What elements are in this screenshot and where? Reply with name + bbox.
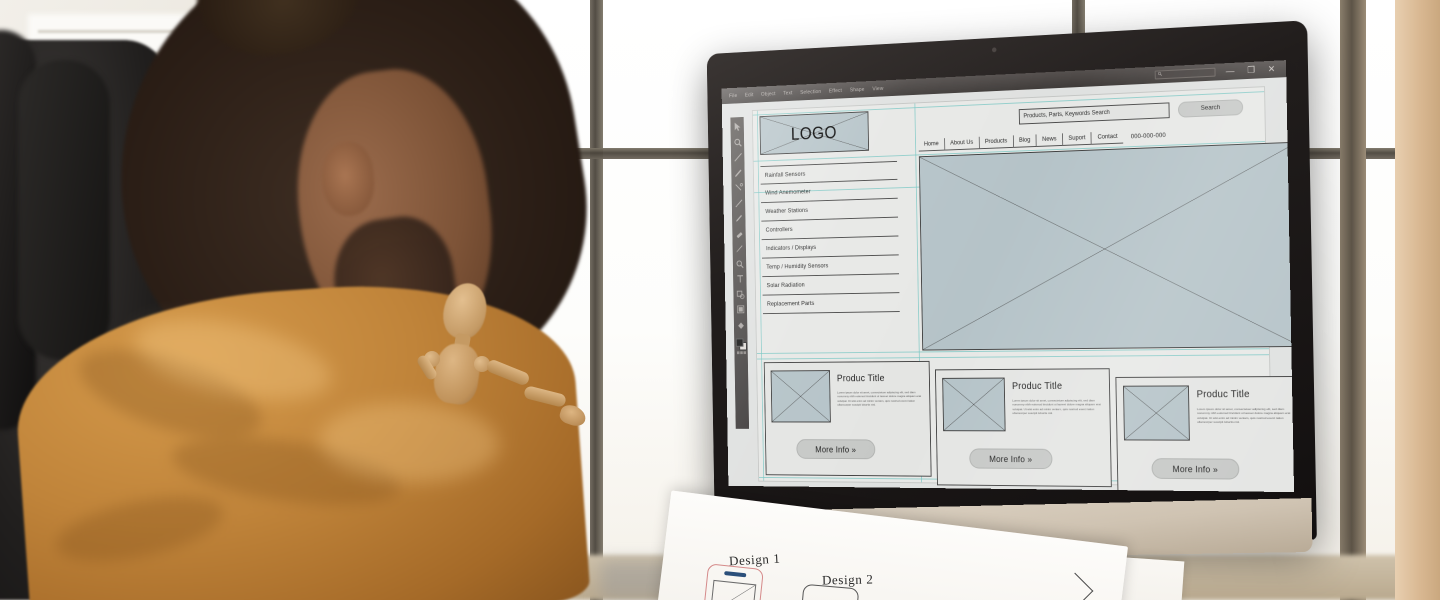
app-search-input[interactable] xyxy=(1154,67,1216,80)
product-card-row: Produc Title Lorem ipsum dolor sit amet,… xyxy=(763,358,1295,493)
photo-scene: File Edit Object Text Selection Effect S… xyxy=(0,0,1440,600)
more-info-button[interactable]: More Info » xyxy=(969,448,1053,470)
type-tool-icon[interactable] xyxy=(735,274,744,284)
product-card[interactable]: Produc Title Lorem ipsum dolor sit amet,… xyxy=(1115,375,1295,493)
shape-tool-icon[interactable] xyxy=(735,289,744,299)
phone-image-placeholder-icon xyxy=(709,579,757,600)
product-description: Lorem ipsum dolor sit amet, consectetuer… xyxy=(837,390,922,407)
window-mullion-vertical xyxy=(590,0,603,600)
selection-tool-icon[interactable] xyxy=(733,122,742,133)
scissors-tool-icon[interactable] xyxy=(734,182,743,192)
gradient-tool-icon[interactable] xyxy=(736,304,745,314)
site-search-button[interactable]: Search xyxy=(1177,98,1244,118)
product-card[interactable]: Produc Title Lorem ipsum dolor sit amet,… xyxy=(763,360,932,477)
foreground-color-swatch[interactable] xyxy=(735,338,744,347)
restore-button[interactable]: ❐ xyxy=(1245,65,1257,76)
nav-item-products[interactable]: Products xyxy=(979,134,1014,149)
product-title: Produc Title xyxy=(836,373,885,385)
site-search-input[interactable]: Products, Parts, Keywords Search xyxy=(1018,101,1170,125)
nav-item-news[interactable]: News xyxy=(1036,132,1064,147)
minimize-button[interactable]: — xyxy=(1224,66,1237,77)
desktop-monitor: File Edit Object Text Selection Effect S… xyxy=(640,20,1317,562)
line-tool-icon[interactable] xyxy=(733,152,742,162)
nav-item-about-us[interactable]: About Us xyxy=(944,136,980,151)
product-thumbnail-placeholder xyxy=(1122,385,1190,441)
window-frame-right xyxy=(1340,0,1366,600)
pencil-tool-icon[interactable] xyxy=(733,167,742,177)
product-description: Lorem ipsum dolor sit amet, consectetuer… xyxy=(1012,398,1101,416)
magnify-tool-icon[interactable] xyxy=(735,259,744,269)
logo-placeholder[interactable]: LOGO xyxy=(759,111,870,156)
color-swatches[interactable] xyxy=(735,338,747,355)
design-canvas[interactable]: LOGO Products, Parts, Keywords Search Se… xyxy=(721,77,1295,493)
nav-item-blog[interactable]: Blog xyxy=(1013,133,1037,148)
wall-right xyxy=(1395,0,1440,600)
category-item-replacement-parts[interactable]: Replacement Parts xyxy=(762,293,900,315)
close-button[interactable]: ✕ xyxy=(1266,64,1278,75)
menu-item-file[interactable]: File xyxy=(729,93,737,99)
menu-item-edit[interactable]: Edit xyxy=(745,92,754,98)
pen-tool-icon[interactable] xyxy=(735,243,744,253)
swatch-presets[interactable] xyxy=(736,351,746,355)
product-title: Produc Title xyxy=(1011,381,1063,392)
product-thumbnail-placeholder xyxy=(942,377,1006,432)
search-icon xyxy=(1157,71,1162,78)
tool-palette xyxy=(730,116,750,429)
search-row: Products, Parts, Keywords Search Search xyxy=(1018,98,1253,125)
menu-item-text[interactable]: Text xyxy=(783,90,792,96)
zoom-tool-icon[interactable] xyxy=(733,137,742,148)
menu-item-shape[interactable]: Shape xyxy=(850,87,865,93)
category-item-solar-radiation[interactable]: Solar Radiation xyxy=(762,274,900,296)
menu-item-effect[interactable]: Effect xyxy=(829,88,842,94)
menu-item-selection[interactable]: Selection xyxy=(800,89,821,96)
slash-tool-icon[interactable] xyxy=(734,198,743,208)
office-chair-backrest xyxy=(18,60,110,360)
menu-item-view[interactable]: View xyxy=(872,86,883,92)
design-application: File Edit Object Text Selection Effect S… xyxy=(721,60,1295,493)
eraser-tool-icon[interactable] xyxy=(734,228,743,238)
product-description: Lorem ipsum dolor sit amet, consectetuer… xyxy=(1196,407,1291,425)
product-thumbnail-placeholder xyxy=(770,370,831,423)
phone-sketch-design-1 xyxy=(700,563,764,600)
logo-text: LOGO xyxy=(790,122,838,144)
nav-item-suport[interactable]: Suport xyxy=(1062,131,1093,146)
nav-item-home[interactable]: Home xyxy=(918,137,946,152)
more-info-button[interactable]: More Info » xyxy=(796,439,876,460)
wireframe-artboard[interactable]: LOGO Products, Parts, Keywords Search Se… xyxy=(751,86,1295,493)
contact-phone: 000-000-000 xyxy=(1130,131,1166,140)
monitor-screen: File Edit Object Text Selection Effect S… xyxy=(721,60,1295,493)
hero-image-placeholder[interactable] xyxy=(918,141,1295,351)
webcam-icon xyxy=(991,47,997,53)
menu-item-object[interactable]: Object xyxy=(761,91,776,97)
phone-notch-icon xyxy=(724,571,747,578)
product-card[interactable]: Produc Title Lorem ipsum dolor sit amet,… xyxy=(934,368,1112,488)
more-info-button[interactable]: More Info » xyxy=(1151,458,1240,480)
nav-item-contact[interactable]: Contact xyxy=(1091,130,1124,145)
category-sidebar: Rainfall Sensors Wind Anemometer Weather… xyxy=(760,160,900,315)
product-title: Produc Title xyxy=(1196,389,1250,401)
brush-tool-icon[interactable] xyxy=(734,213,743,223)
bucket-tool-icon[interactable] xyxy=(736,319,745,329)
